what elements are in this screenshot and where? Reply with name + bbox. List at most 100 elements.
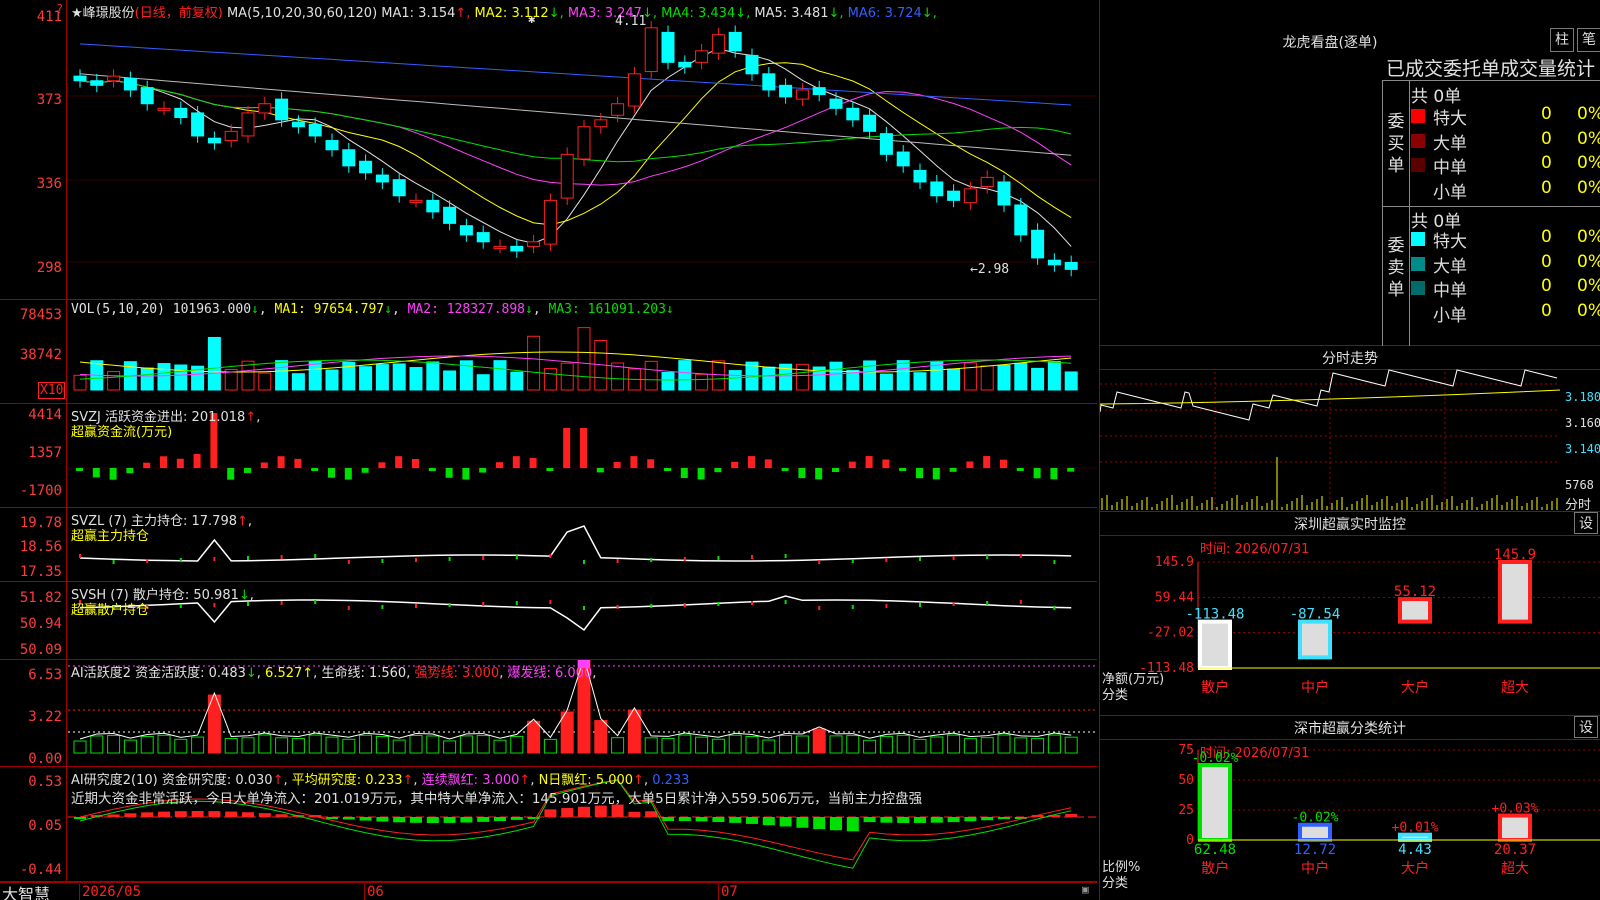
flow-bar xyxy=(966,461,974,468)
indicator-tick xyxy=(482,556,485,560)
indicator-tick xyxy=(784,600,787,604)
order-type: 大单 xyxy=(1433,133,1467,154)
ai-activity-panel[interactable]: 6.53 3.22 0.00 AI活跃度2 资金活跃度: 0.483↓, 6.5… xyxy=(0,660,1097,767)
price-title: ★峰璟股份(日线，前复权) MA(5,10,20,30,60,120) MA1:… xyxy=(71,2,937,21)
svzj-panel[interactable]: 4414 1357 -1700 SVZJ 活跃资金进出: 201.018↑, 超… xyxy=(0,404,1097,508)
candle xyxy=(711,34,725,54)
flow-bar xyxy=(311,468,319,471)
order-count: 0 xyxy=(1541,177,1552,198)
order-row: 中单 0 0% xyxy=(1409,276,1600,301)
volume-panel[interactable]: 78453 38742 X10 VOL(5,10,20) 101963.000↓… xyxy=(0,300,1097,404)
activity-bar xyxy=(846,735,860,754)
volume-bar xyxy=(980,365,994,391)
brand-logo[interactable]: 大智慧 xyxy=(2,881,50,900)
indicator-tick xyxy=(650,604,653,608)
research-bar xyxy=(208,811,221,817)
candle xyxy=(930,181,944,197)
research-bar xyxy=(410,817,422,823)
flow-bar xyxy=(647,459,655,468)
activity-bar xyxy=(560,711,574,754)
indicator-tick xyxy=(885,604,888,608)
category-label: 超大 xyxy=(1501,680,1529,696)
research-bar xyxy=(359,817,372,821)
y-tick: 25 xyxy=(1178,803,1194,818)
volume-bar xyxy=(107,371,121,391)
activity-bar xyxy=(963,738,977,754)
candlestick-chart[interactable] xyxy=(0,0,1097,300)
candle xyxy=(107,75,121,82)
volume-bar xyxy=(644,360,658,391)
research-bar xyxy=(326,817,338,819)
volume-bar xyxy=(997,364,1011,391)
category-label: 超大 xyxy=(1501,861,1529,877)
indicator-tick xyxy=(683,557,686,561)
order-count: 0 xyxy=(1541,227,1552,247)
intraday-panel[interactable]: 分时走势 3.180 3.160 3.140 5768 分时 xyxy=(1099,346,1600,513)
intraday-tick: 3.160 xyxy=(1565,416,1600,430)
volume-bar xyxy=(1031,367,1045,391)
candle xyxy=(611,103,625,116)
volume-bar xyxy=(359,366,373,391)
research-bar xyxy=(376,817,389,822)
ma-value-1: MA1: 3.154 xyxy=(381,6,456,21)
category-label: 中户 xyxy=(1301,679,1329,696)
indicator-tick xyxy=(280,555,283,559)
research-bar xyxy=(107,814,120,817)
svsh-panel[interactable]: 51.82 50.94 50.09 SVSH (7) 散户持仓: 50.981↓… xyxy=(0,582,1097,660)
sz-class-panel[interactable]: 深市超赢分类统计 设 时间: 2026/07/31 75 50 25 0 -0.02% 6… xyxy=(1099,716,1600,900)
volume-bar xyxy=(543,368,557,391)
bar-change-label: -0.02% xyxy=(1192,751,1239,766)
research-bar xyxy=(914,817,926,823)
indicator-tick xyxy=(314,554,317,558)
candle xyxy=(375,174,389,183)
indicator-tick xyxy=(919,603,921,607)
bar-value-label: 4.43 xyxy=(1398,842,1432,858)
bar-mode-button[interactable]: 柱 xyxy=(1550,28,1574,52)
activity-bar xyxy=(174,738,188,754)
star-icon[interactable]: ★ xyxy=(71,6,83,21)
research-bar xyxy=(174,811,187,817)
flow-bar xyxy=(227,468,235,480)
candle xyxy=(980,176,994,188)
bar-value-label: 62.48 xyxy=(1194,842,1236,858)
ai2-label: AI活跃度2 资金活跃度: xyxy=(71,666,205,681)
research-bar xyxy=(578,806,590,817)
indicator-tick xyxy=(79,554,81,558)
activity-bar xyxy=(711,738,725,754)
chart-mode[interactable]: (日线，前复权) xyxy=(135,6,223,21)
activity-bar xyxy=(594,720,608,754)
price-panel[interactable]: 411 373 336 298 ★峰璟股份(日线，前复权) MA(5,10,20… xyxy=(0,0,1097,300)
activity-bar xyxy=(241,737,255,754)
flow-bar xyxy=(899,468,907,471)
indicator-tick xyxy=(818,560,821,564)
sz-monitor-panel[interactable]: 深圳超赢实时监控 设 时间: 2026/07/31 145.9 59.44 -27.… xyxy=(1099,512,1600,716)
ma-prefix: MA(5,10,20,30,60,120) xyxy=(226,6,378,21)
flow-bar xyxy=(176,458,184,468)
intraday-chart[interactable] xyxy=(1100,346,1600,512)
research-bar xyxy=(393,817,406,823)
svzl-panel[interactable]: 19.78 18.56 17.35 SVZL (7) 主力持仓: 17.798↑… xyxy=(0,508,1097,582)
corner-flag[interactable]: ? xyxy=(56,2,63,16)
order-color-swatch xyxy=(1411,133,1425,148)
candle xyxy=(90,80,104,86)
candle xyxy=(745,54,759,75)
flow-bar xyxy=(92,468,100,478)
research-bar xyxy=(678,817,691,822)
activity-bar xyxy=(980,737,994,754)
tick-mode-button[interactable]: 笔 xyxy=(1577,28,1600,52)
order-row: 中单 0 0% xyxy=(1409,153,1600,178)
order-type: 中单 xyxy=(1433,158,1467,178)
indicator-tick xyxy=(280,601,283,605)
candle xyxy=(863,114,877,132)
research-bar xyxy=(729,817,742,823)
lock-icon[interactable]: ▣ xyxy=(1082,883,1089,896)
order-row: 大单 0 0% xyxy=(1409,129,1600,154)
ai-research-panel[interactable]: 0.53 0.05 -0.44 AI研究度2(10) 资金研究度: 0.030↑… xyxy=(0,767,1097,882)
event-marker-icon: ✱ xyxy=(528,12,536,26)
indicator-tick xyxy=(482,602,485,606)
activity-bar xyxy=(947,734,961,754)
indicator-tick xyxy=(1019,600,1022,604)
ai2-burst-label: 爆发线: xyxy=(507,666,551,681)
volume-bar xyxy=(308,360,322,391)
order-pct: 0% xyxy=(1577,300,1600,321)
